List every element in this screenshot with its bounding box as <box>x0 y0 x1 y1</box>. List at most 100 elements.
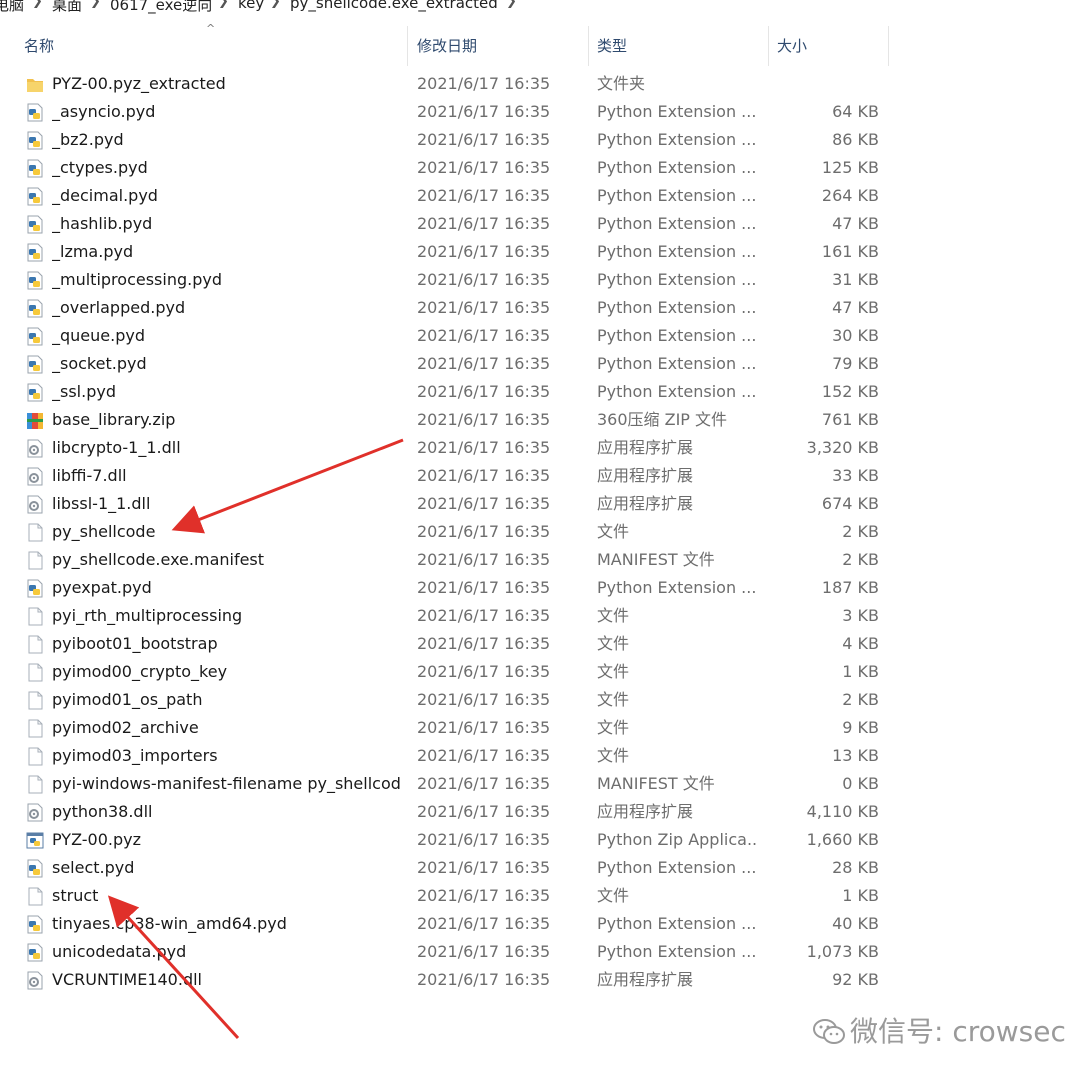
file-row[interactable]: pyimod02_archive 2021/6/17 16:35 文件 9 KB <box>0 714 1080 742</box>
file-size: 40 KB <box>832 914 879 933</box>
file-type: 文件 <box>597 606 630 625</box>
file-row[interactable]: _lzma.pyd 2021/6/17 16:35 Python Extension… <box>0 238 1080 266</box>
breadcrumb-item-current[interactable]: py_shellcode.exe_extracted <box>290 0 498 12</box>
file-size: 1 KB <box>842 886 879 905</box>
file-type: Python Extension ... <box>597 914 757 933</box>
breadcrumb-item-computer[interactable]: 电脑 <box>0 0 24 15</box>
file-row[interactable]: pyimod01_os_path 2021/6/17 16:35 文件 2 KB <box>0 686 1080 714</box>
breadcrumb-separator-icon[interactable]: ❯ <box>32 0 43 9</box>
file-size: 64 KB <box>832 102 879 121</box>
zip-archive-icon <box>26 411 44 430</box>
dll-file-icon <box>26 971 44 990</box>
file-row[interactable]: _ctypes.pyd 2021/6/17 16:35 Python Extensi… <box>0 154 1080 182</box>
file-type: 应用程序扩展 <box>597 438 694 457</box>
folder-icon <box>26 75 44 94</box>
file-row[interactable]: _bz2.pyd 2021/6/17 16:35 Python Extension … <box>0 126 1080 154</box>
file-name: struct <box>52 886 99 905</box>
column-header-date[interactable]: 修改日期 <box>409 26 589 66</box>
file-name: _bz2.pyd <box>52 130 124 149</box>
file-name: unicodedata.pyd <box>52 942 187 961</box>
file-type: 应用程序扩展 <box>597 466 694 485</box>
file-name: _lzma.pyd <box>52 242 134 261</box>
file-row[interactable]: _hashlib.pyd 2021/6/17 16:35 Python Extens… <box>0 210 1080 238</box>
file-date: 2021/6/17 16:35 <box>417 858 551 877</box>
file-name: pyi_rth_multiprocessing <box>52 606 243 625</box>
file-row[interactable]: _overlapped.pyd 2021/6/17 16:35 Python Ext… <box>0 294 1080 322</box>
breadcrumb-separator-icon[interactable]: ❯ <box>218 0 229 9</box>
file-name: _multiprocessing.pyd <box>52 270 222 289</box>
dll-file-icon <box>26 803 44 822</box>
file-row[interactable]: tinyaes.cp38-win_amd64.pyd 2021/6/17 16:3… <box>0 910 1080 938</box>
file-size: 47 KB <box>832 214 879 233</box>
file-type: Python Extension ... <box>597 242 757 261</box>
file-type: 360压缩 ZIP 文件 <box>597 410 728 429</box>
file-name: pyimod02_archive <box>52 718 199 737</box>
file-row[interactable]: pyi-windows-manifest-filename py_shellco… <box>0 770 1080 798</box>
file-size: 9 KB <box>842 718 879 737</box>
file-name: libssl-1_1.dll <box>52 494 151 513</box>
breadcrumb-separator-icon[interactable]: ❯ <box>90 0 101 9</box>
file-row[interactable]: libssl-1_1.dll 2021/6/17 16:35 应用程序扩展 674 K… <box>0 490 1080 518</box>
file-row[interactable]: py_shellcode.exe.manifest 2021/6/17 16:35… <box>0 546 1080 574</box>
file-date: 2021/6/17 16:35 <box>417 186 551 205</box>
file-row[interactable]: struct 2021/6/17 16:35 文件 1 KB <box>0 882 1080 910</box>
file-row[interactable]: _decimal.pyd 2021/6/17 16:35 Python Extens… <box>0 182 1080 210</box>
blank-file-icon <box>26 887 44 906</box>
file-date: 2021/6/17 16:35 <box>417 130 551 149</box>
file-name: py_shellcode.exe.manifest <box>52 550 265 569</box>
file-type: MANIFEST 文件 <box>597 550 715 569</box>
file-size: 152 KB <box>821 382 879 401</box>
breadcrumb-item-key[interactable]: key <box>238 0 264 12</box>
python-file-icon <box>26 187 44 206</box>
file-row[interactable]: libffi-7.dll 2021/6/17 16:35 应用程序扩展 33 KB <box>0 462 1080 490</box>
file-row[interactable]: pyexpat.pyd 2021/6/17 16:35 Python Extensi… <box>0 574 1080 602</box>
file-date: 2021/6/17 16:35 <box>417 74 551 93</box>
python-file-icon <box>26 383 44 402</box>
file-row[interactable]: select.pyd 2021/6/17 16:35 Python Extensio… <box>0 854 1080 882</box>
file-row[interactable]: VCRUNTIME140.dll 2021/6/17 16:35 应用程序扩展 92 … <box>0 966 1080 994</box>
file-date: 2021/6/17 16:35 <box>417 494 551 513</box>
file-date: 2021/6/17 16:35 <box>417 102 551 121</box>
file-row[interactable]: _ssl.pyd 2021/6/17 16:35 Python Extension … <box>0 378 1080 406</box>
file-row[interactable]: pyiboot01_bootstrap 2021/6/17 16:35 文件 4 KB <box>0 630 1080 658</box>
file-type: 文件 <box>597 522 630 541</box>
file-row[interactable]: PYZ-00.pyz 2021/6/17 16:35 Python Zip Appl… <box>0 826 1080 854</box>
file-row[interactable]: py_shellcode 2021/6/17 16:35 文件 2 KB <box>0 518 1080 546</box>
file-size: 2 KB <box>842 522 879 541</box>
column-header-name[interactable]: 名称 <box>16 26 408 66</box>
file-date: 2021/6/17 16:35 <box>417 550 551 569</box>
file-date: 2021/6/17 16:35 <box>417 802 551 821</box>
file-row[interactable]: pyimod00_crypto_key 2021/6/17 16:35 文件 1 KB <box>0 658 1080 686</box>
breadcrumb-separator-icon[interactable]: ❯ <box>270 0 281 9</box>
breadcrumb-separator-icon[interactable]: ❯ <box>506 0 517 9</box>
file-date: 2021/6/17 16:35 <box>417 662 551 681</box>
file-date: 2021/6/17 16:35 <box>417 914 551 933</box>
file-size: 13 KB <box>832 746 879 765</box>
file-size: 33 KB <box>832 466 879 485</box>
file-size: 161 KB <box>821 242 879 261</box>
file-row[interactable]: _queue.pyd 2021/6/17 16:35 Python Extensio… <box>0 322 1080 350</box>
file-row[interactable]: python38.dll 2021/6/17 16:35 应用程序扩展 4,110 K… <box>0 798 1080 826</box>
file-row[interactable]: pyi_rth_multiprocessing 2021/6/17 16:35 文件… <box>0 602 1080 630</box>
breadcrumb-item-folder[interactable]: 0617_exe逆向 <box>110 0 212 15</box>
file-type: 文件夹 <box>597 74 646 93</box>
blank-file-icon <box>26 747 44 766</box>
file-name: pyiboot01_bootstrap <box>52 634 218 653</box>
column-header-size[interactable]: 大小 <box>769 26 889 66</box>
file-row[interactable]: _multiprocessing.pyd 2021/6/17 16:35 Pytho… <box>0 266 1080 294</box>
file-type: Python Extension ... <box>597 186 757 205</box>
file-name: tinyaes.cp38-win_amd64.pyd <box>52 914 287 933</box>
dll-file-icon <box>26 439 44 458</box>
file-row[interactable]: unicodedata.pyd 2021/6/17 16:35 Python Ext… <box>0 938 1080 966</box>
breadcrumb-item-desktop[interactable]: 桌面 <box>52 0 82 15</box>
file-row[interactable]: libcrypto-1_1.dll 2021/6/17 16:35 应用程序扩展 3,… <box>0 434 1080 462</box>
file-date: 2021/6/17 16:35 <box>417 410 551 429</box>
file-row[interactable]: _socket.pyd 2021/6/17 16:35 Python Extensi… <box>0 350 1080 378</box>
file-size: 674 KB <box>821 494 879 513</box>
column-header-type[interactable]: 类型 <box>589 26 769 66</box>
file-date: 2021/6/17 16:35 <box>417 214 551 233</box>
file-row[interactable]: PYZ-00.pyz_extracted 2021/6/17 16:35 文件夹 <box>0 70 1080 98</box>
file-row[interactable]: pyimod03_importers 2021/6/17 16:35 文件 13 KB <box>0 742 1080 770</box>
file-row[interactable]: _asyncio.pyd 2021/6/17 16:35 Python Extens… <box>0 98 1080 126</box>
file-row[interactable]: base_library.zip 2021/6/17 16:35 360压缩 ZIP… <box>0 406 1080 434</box>
